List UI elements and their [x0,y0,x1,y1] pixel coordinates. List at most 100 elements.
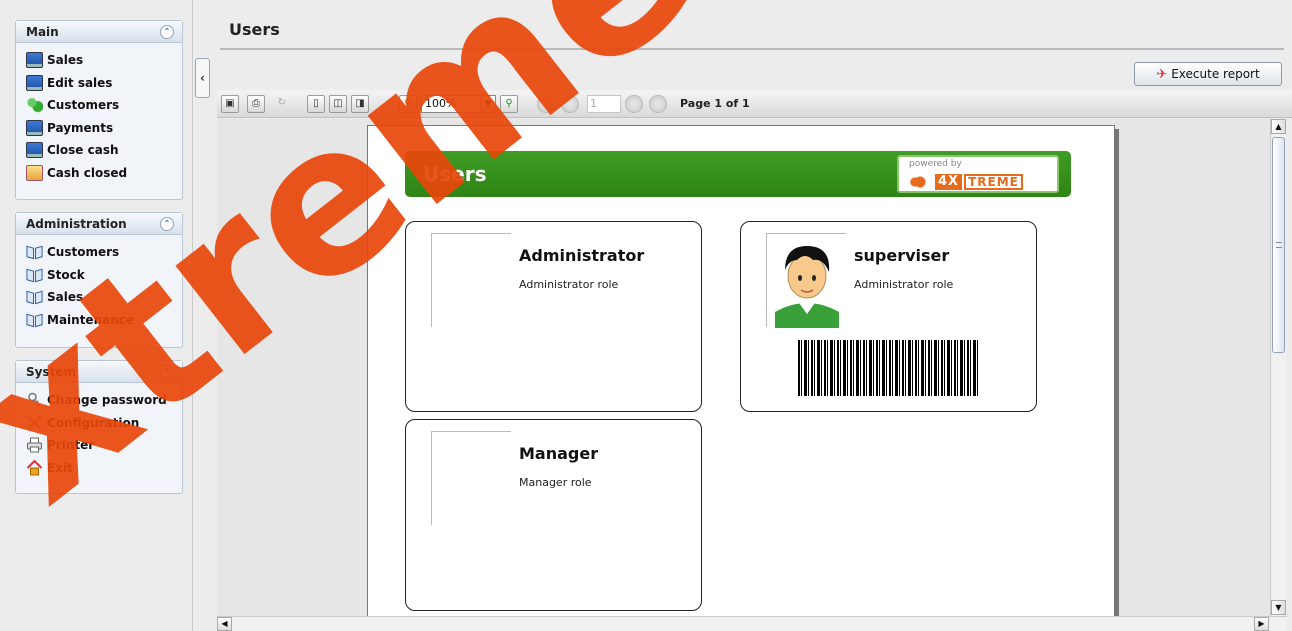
sidebar-item-label: Cash closed [47,165,128,180]
report-toolbar: ▣ ⎙ ↻ ▯ ◫ ◨ ⚲ 100% ▼ ⚲ 1 Page 1 of 1 [217,90,1292,118]
horizontal-scrollbar[interactable]: ◀ ▶ [217,616,1287,631]
sidebar-item-payments[interactable]: Payments [26,117,182,140]
scroll-left-icon[interactable]: ◀ [217,617,232,631]
user-role: Manager role [519,476,592,489]
save-icon[interactable]: ▣ [221,95,239,113]
tools-icon [26,415,43,431]
book-icon [26,312,43,328]
zoom-dropdown-icon[interactable]: ▼ [480,95,496,113]
people-icon [26,97,43,114]
grip-icon [1276,242,1282,248]
sidebar-item-label: Payments [47,120,114,135]
sidebar-item-label: Sales [47,53,84,68]
zoom-input[interactable]: 100% [421,95,481,113]
user-name: superviser [854,246,950,265]
screen-icon [26,142,43,159]
sidebar-item-admin-maintenance[interactable]: Maintenance [26,309,182,332]
user-name: Manager [519,444,599,463]
sidebar-item-printer[interactable]: Printer [26,434,182,457]
sidebar-item-label: Customers [47,245,120,260]
sidebar-item-sales[interactable]: Sales [26,49,182,72]
vertical-scrollbar[interactable]: ▲ ▼ [1270,119,1286,616]
vertical-scroll-thumb[interactable] [1272,137,1285,353]
user-photo [766,233,847,328]
logo-mark-icon [907,174,933,190]
sidebar-item-label: Exit [47,460,73,475]
logo-4x: 4X [935,174,963,190]
sidebar-item-change-password[interactable]: Change password [26,389,182,412]
user-role: Administrator role [519,278,619,291]
previous-page-icon[interactable] [561,95,579,113]
sidebar-item-label: Stock [47,267,85,282]
key-icon [26,392,43,408]
printer-icon [26,437,43,453]
first-page-icon[interactable] [537,95,555,113]
panel-title: Main [26,24,59,39]
user-name: Administrator [519,246,645,265]
title-divider [220,48,1284,50]
next-page-icon[interactable] [625,95,643,113]
sidebar-item-label: Customers [47,98,120,113]
sidebar-item-customers[interactable]: Customers [26,94,182,117]
sidebar-item-edit-sales[interactable]: Edit sales [26,72,182,95]
actual-size-icon[interactable]: ▯ [307,95,325,113]
logo-treme: TREME [964,174,1023,190]
collapse-icon[interactable]: ⌃ [160,217,174,231]
sidebar-item-label: Sales [47,290,84,305]
panel-title: System [26,364,76,379]
collapse-sidebar-button[interactable]: ‹ [195,58,210,98]
scroll-right-icon[interactable]: ▶ [1254,617,1269,631]
sidebar-item-label: Configuration [47,415,140,430]
sidebar-item-exit[interactable]: Exit [26,457,182,480]
panel-main: Main ⌃ Sales Edit sales Customers Paymen… [15,20,183,200]
sidebar-item-configuration[interactable]: Configuration [26,412,182,435]
screen-icon [26,52,43,69]
report-title: Users [423,162,487,186]
collapse-icon[interactable]: ⌃ [160,365,174,379]
sidebar-item-cash-closed[interactable]: Cash closed [26,162,182,185]
report-page: Users powered by 4X TREME Administrator … [367,125,1115,616]
user-card: superviser Administrator role [740,221,1037,412]
calendar-icon [26,164,43,181]
report-viewer[interactable]: Users powered by 4X TREME Administrator … [217,119,1270,616]
book-icon [26,289,43,305]
panel-header[interactable]: System ⌃ [16,361,182,383]
book-icon [26,244,43,260]
sidebar-item-label: Maintenance [47,312,135,327]
user-card: Manager Manager role [405,419,702,611]
page-status: Page 1 of 1 [680,97,750,110]
execute-report-label: Execute report [1171,67,1260,81]
execute-report-button[interactable]: ✈ Execute report [1134,62,1282,86]
powered-by-text: powered by [909,159,962,169]
screen-icon [26,119,43,136]
zoom-in-icon[interactable]: ⚲ [500,95,518,113]
fit-width-icon[interactable]: ◨ [351,95,369,113]
sidebar-item-admin-customers[interactable]: Customers [26,241,182,264]
powered-by-logo: powered by 4X TREME [897,155,1059,193]
user-photo-placeholder [431,431,511,525]
print-icon[interactable]: ⎙ [247,95,265,113]
scroll-up-icon[interactable]: ▲ [1271,119,1286,134]
sidebar-item-close-cash[interactable]: Close cash [26,139,182,162]
collapse-icon[interactable]: ⌃ [160,25,174,39]
report-banner: Users powered by 4X TREME [405,151,1071,197]
last-page-icon[interactable] [649,95,667,113]
panel-header[interactable]: Administration ⌃ [16,213,182,235]
scroll-down-icon[interactable]: ▼ [1271,600,1286,615]
rocket-icon: ✈ [1156,66,1168,82]
fit-page-icon[interactable]: ◫ [329,95,347,113]
screen-icon [26,74,43,91]
sidebar-item-label: Printer [47,438,95,453]
refresh-icon[interactable]: ↻ [273,95,291,113]
sidebar-item-admin-sales[interactable]: Sales [26,286,182,309]
page-number-input[interactable]: 1 [587,95,621,113]
home-icon [26,459,43,476]
sidebar-item-admin-stock[interactable]: Stock [26,264,182,287]
sidebar-item-label: Close cash [47,143,119,158]
panel-system: System ⌃ Change password Configuration P… [15,360,183,494]
panel-header[interactable]: Main ⌃ [16,21,182,43]
user-card: Administrator Administrator role [405,221,702,412]
panel-administration: Administration ⌃ Customers Stock Sales M… [15,212,183,348]
barcode-image [798,340,979,396]
zoom-out-icon[interactable]: ⚲ [399,95,417,113]
